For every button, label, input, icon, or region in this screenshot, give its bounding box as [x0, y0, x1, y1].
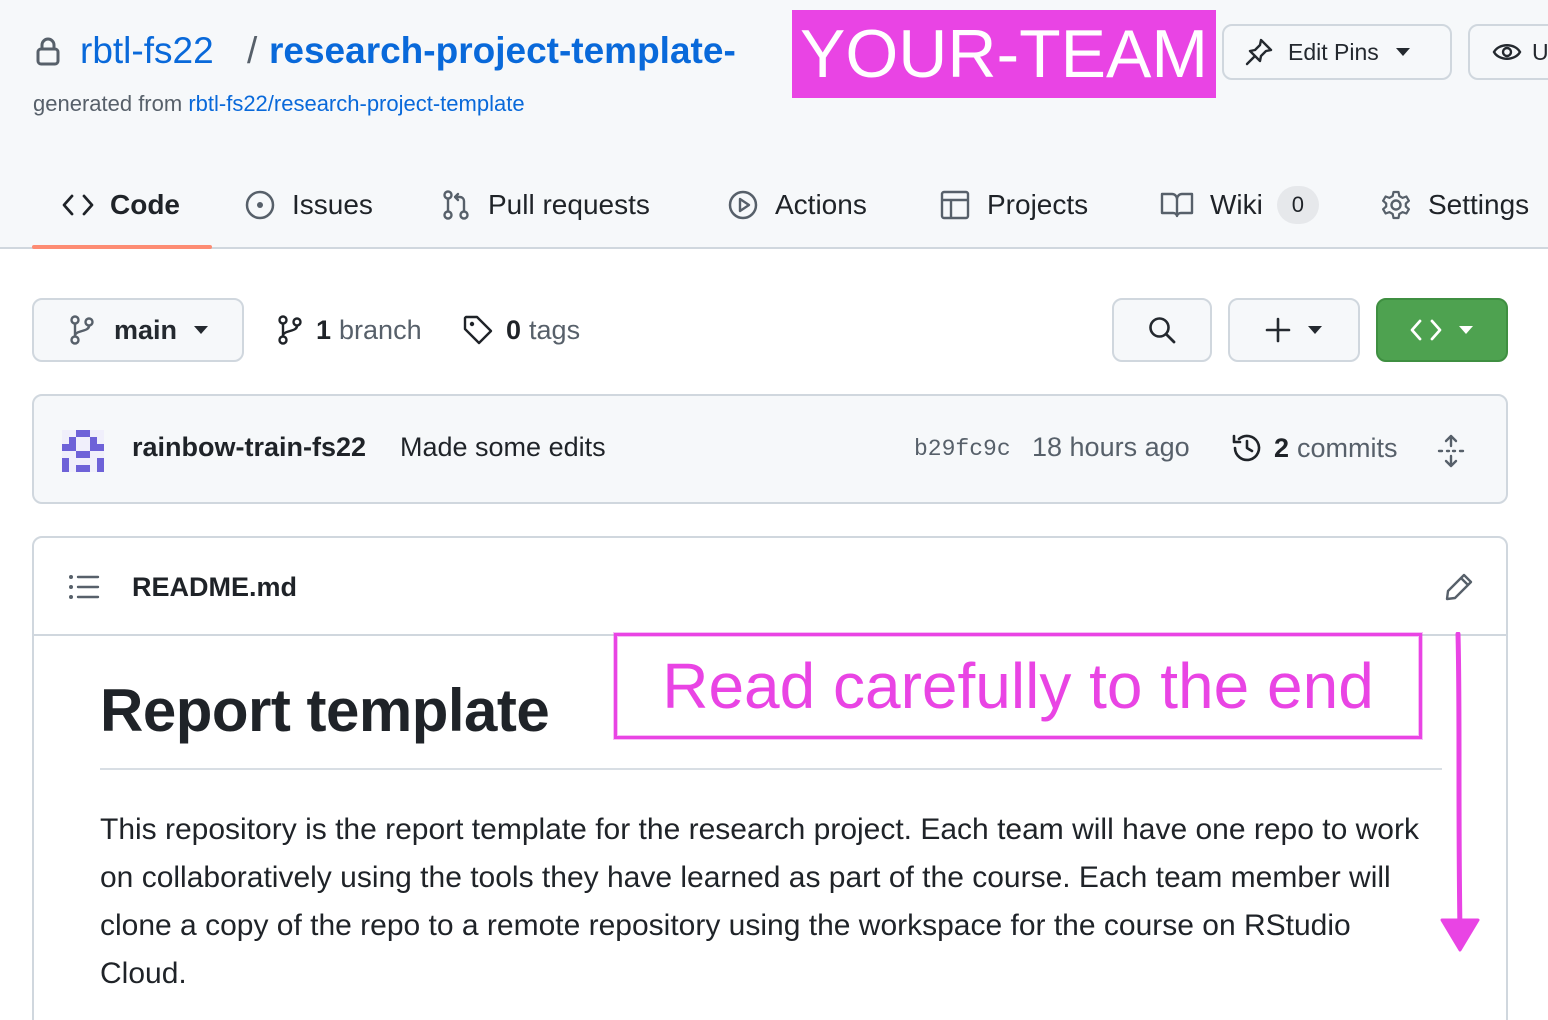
tab-settings-label: Settings — [1428, 188, 1530, 220]
title-divider — [100, 768, 1442, 770]
git-branch-icon — [70, 315, 94, 345]
tab-projects-label: Projects — [987, 188, 1089, 220]
pin-icon — [1245, 38, 1273, 66]
readme-header: README.md — [34, 538, 1506, 636]
git-branch-icon — [278, 315, 302, 345]
add-file-button[interactable] — [1228, 298, 1360, 362]
tag-count: 0 — [506, 314, 522, 345]
repo-owner-link[interactable]: rbtl-fs22 — [80, 28, 214, 74]
annotation-box: Read carefully to the end — [614, 633, 1422, 739]
current-branch-label: main — [114, 314, 178, 345]
tab-settings[interactable]: Settings — [1380, 160, 1529, 249]
go-to-file-search-button[interactable] — [1112, 298, 1212, 362]
repo-header: rbtl-fs22 / research-project-template- Y… — [0, 0, 1548, 249]
pencil-icon[interactable] — [1444, 572, 1474, 602]
eye-icon — [1492, 44, 1522, 60]
issue-opened-icon — [245, 190, 275, 219]
readme-box: README.md Report template This repositor… — [32, 536, 1508, 1020]
commit-time: 18 hours ago — [1032, 432, 1190, 462]
tab-issues-label: Issues — [292, 188, 373, 220]
tags-link[interactable]: 0 tags — [462, 308, 580, 352]
tab-projects[interactable]: Projects — [939, 160, 1088, 249]
tab-issues[interactable]: Issues — [244, 160, 373, 249]
selected-tab-indicator — [32, 245, 212, 249]
generated-prefix: generated from — [33, 91, 189, 116]
path-separator: / — [247, 30, 258, 71]
team-name-highlight: YOUR-TEAM — [792, 10, 1216, 98]
annotation-arrow-icon — [1440, 632, 1480, 952]
branch-select-button[interactable]: main — [32, 298, 244, 362]
tag-icon — [463, 315, 493, 345]
tab-code-label: Code — [110, 188, 180, 220]
commit-history-link[interactable]: 2 commits — [1230, 426, 1398, 470]
commit-sha-link[interactable]: b29fc9c — [914, 436, 1011, 462]
plus-icon — [1265, 317, 1291, 343]
commit-author-link[interactable]: rainbow-train-fs22 — [132, 432, 366, 463]
branch-label: branch — [339, 314, 422, 345]
unfold-icon[interactable] — [1436, 434, 1466, 468]
readme-title: Report template — [100, 677, 550, 744]
branches-link[interactable]: 1 branch — [276, 308, 422, 352]
commit-message-link[interactable]: Made some edits — [400, 432, 606, 463]
generated-from-label: generated from rbtl-fs22/research-projec… — [33, 90, 525, 118]
code-clone-button[interactable] — [1376, 298, 1508, 362]
chevron-down-icon — [194, 326, 209, 334]
latest-commit-box: rainbow-train-fs22 Made some edits b29fc… — [32, 394, 1508, 504]
tab-code[interactable]: Code — [62, 160, 180, 249]
book-icon — [1160, 192, 1194, 217]
code-icon — [62, 194, 94, 215]
table-icon — [940, 190, 970, 219]
tab-pull-requests-label: Pull requests — [488, 188, 650, 220]
tab-wiki-label: Wiki — [1210, 188, 1263, 220]
tag-label: tags — [529, 314, 581, 345]
tab-actions[interactable]: Actions — [727, 160, 867, 249]
tab-actions-label: Actions — [775, 188, 867, 220]
code-icon — [1410, 319, 1442, 341]
avatar[interactable] — [62, 430, 104, 472]
search-icon — [1149, 317, 1176, 344]
play-icon — [728, 190, 758, 219]
edit-pins-button[interactable]: Edit Pins — [1222, 24, 1452, 80]
gear-icon — [1382, 190, 1410, 219]
repo-name-link[interactable]: research-project-template- — [269, 28, 736, 74]
tab-wiki[interactable]: Wiki 0 — [1160, 160, 1319, 249]
chevron-down-icon — [1395, 48, 1410, 56]
annotation-text: Read carefully to the end — [662, 650, 1374, 722]
branch-count: 1 — [316, 314, 332, 345]
template-source-link[interactable]: rbtl-fs22/research-project-template — [188, 91, 524, 116]
edit-pins-label: Edit Pins — [1288, 38, 1379, 65]
commit-count: 2 — [1274, 432, 1290, 463]
readme-filename[interactable]: README.md — [132, 572, 297, 603]
commit-count-label: commits — [1297, 432, 1398, 463]
watch-button[interactable]: U — [1468, 24, 1548, 80]
git-pull-request-icon — [443, 189, 469, 220]
lock-icon — [36, 37, 60, 66]
chevron-down-icon — [1459, 326, 1473, 334]
repo-nav-tabs: Code Issues Pull requests Actions Projec… — [0, 160, 1548, 249]
watch-label: U — [1532, 38, 1548, 65]
list-unordered-icon[interactable] — [68, 574, 100, 600]
history-icon — [1232, 434, 1261, 462]
tab-pull-requests[interactable]: Pull requests — [440, 160, 650, 249]
wiki-count-badge: 0 — [1276, 185, 1319, 224]
readme-paragraph: This repository is the report template f… — [100, 813, 1419, 990]
chevron-down-icon — [1308, 326, 1322, 334]
